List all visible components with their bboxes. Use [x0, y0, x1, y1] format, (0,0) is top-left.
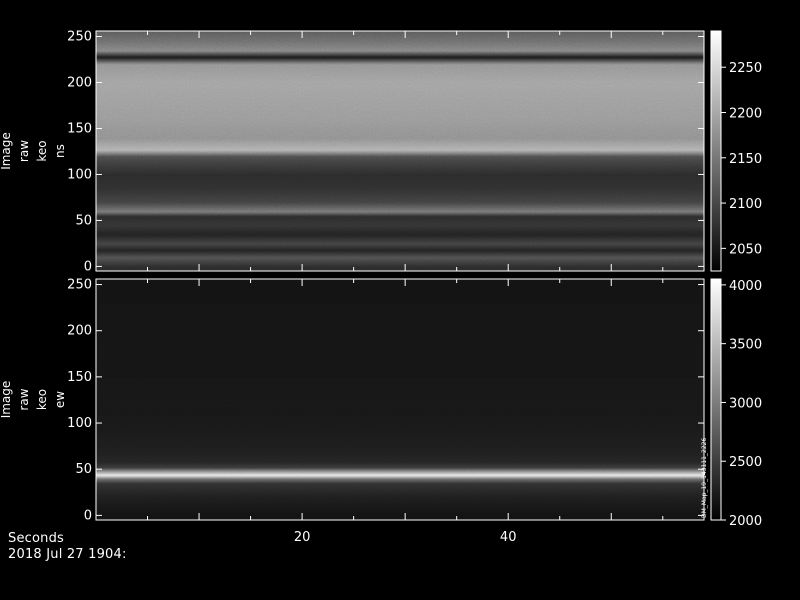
colorbar-tick-label: 2500 [729, 455, 762, 470]
colorbar-tick-label: 2150 [729, 152, 762, 167]
y-tick-label: 200 [67, 324, 92, 339]
ns-y-axis-label: Image raw keo ns [0, 132, 67, 170]
colorbar-tick-label: 3500 [729, 338, 762, 353]
y-tick-label: 100 [67, 167, 92, 182]
colorbar-tick-label: 2100 [729, 197, 762, 212]
date-label: 2018 Jul 27 1904: [8, 547, 127, 562]
y-tick-label: 50 [75, 213, 92, 228]
colorbar-tick-label: 4000 [729, 279, 762, 294]
ns-colorbar [710, 30, 722, 272]
y-axis-label-line: keo [35, 140, 49, 161]
y-tick-label: 250 [67, 30, 92, 45]
y-tick-label: 150 [67, 370, 92, 385]
y-tick-label: 200 [67, 75, 92, 90]
colorbar-tick-label: 2050 [729, 242, 762, 257]
ew-keogram-panel: 0 50 100 150 200 250 Image raw keo ew 2000 2500 30… [0, 278, 762, 529]
ew-y-axis-label: Image raw keo ew [0, 381, 67, 419]
ns-colorbar-ticks: 2050 2100 2150 2200 2250 [721, 61, 762, 257]
y-axis-label-line: Image [0, 132, 13, 170]
ew-keogram-noise [96, 279, 704, 520]
ew-colorbar [710, 278, 722, 521]
ew-colorbar-side-label: DM_Map_19_143111_2226 [701, 438, 708, 518]
y-tick-label: 0 [84, 259, 92, 274]
y-axis-label-line: Image [0, 381, 13, 419]
y-tick-label: 100 [67, 416, 92, 431]
y-axis-label-line: ns [53, 144, 67, 158]
colorbar-tick-label: 2000 [729, 514, 762, 529]
ew-colorbar-ticks: 2000 2500 3000 3500 4000 [721, 279, 762, 529]
ns-keogram-noise [96, 31, 704, 271]
x-axis-title: Seconds [8, 531, 65, 546]
colorbar-tick-label: 2250 [729, 61, 762, 76]
y-axis-label-line: ew [53, 391, 67, 408]
y-tick-label: 150 [67, 121, 92, 136]
y-axis-label-line: raw [17, 140, 31, 162]
keogram-figure: 050100150200250 Image raw keo ns 2050210021… [0, 30, 762, 545]
y-tick-label: 250 [67, 278, 92, 293]
y-axis-label-line: keo [35, 389, 49, 410]
x-tick-label: 20 [294, 530, 311, 545]
ns-keogram-panel: 0 50 100 150 200 250 Image raw keo ns 2050 2100 21… [0, 30, 762, 275]
colorbar-tick-label: 2200 [729, 107, 762, 122]
y-tick-label: 50 [75, 462, 92, 477]
y-axis-label-line: raw [17, 388, 31, 410]
y-tick-label: 0 [84, 508, 92, 523]
colorbar-tick-label: 3000 [729, 396, 762, 411]
x-tick-labels: 20 40 [294, 530, 517, 545]
x-tick-label: 40 [500, 530, 517, 545]
